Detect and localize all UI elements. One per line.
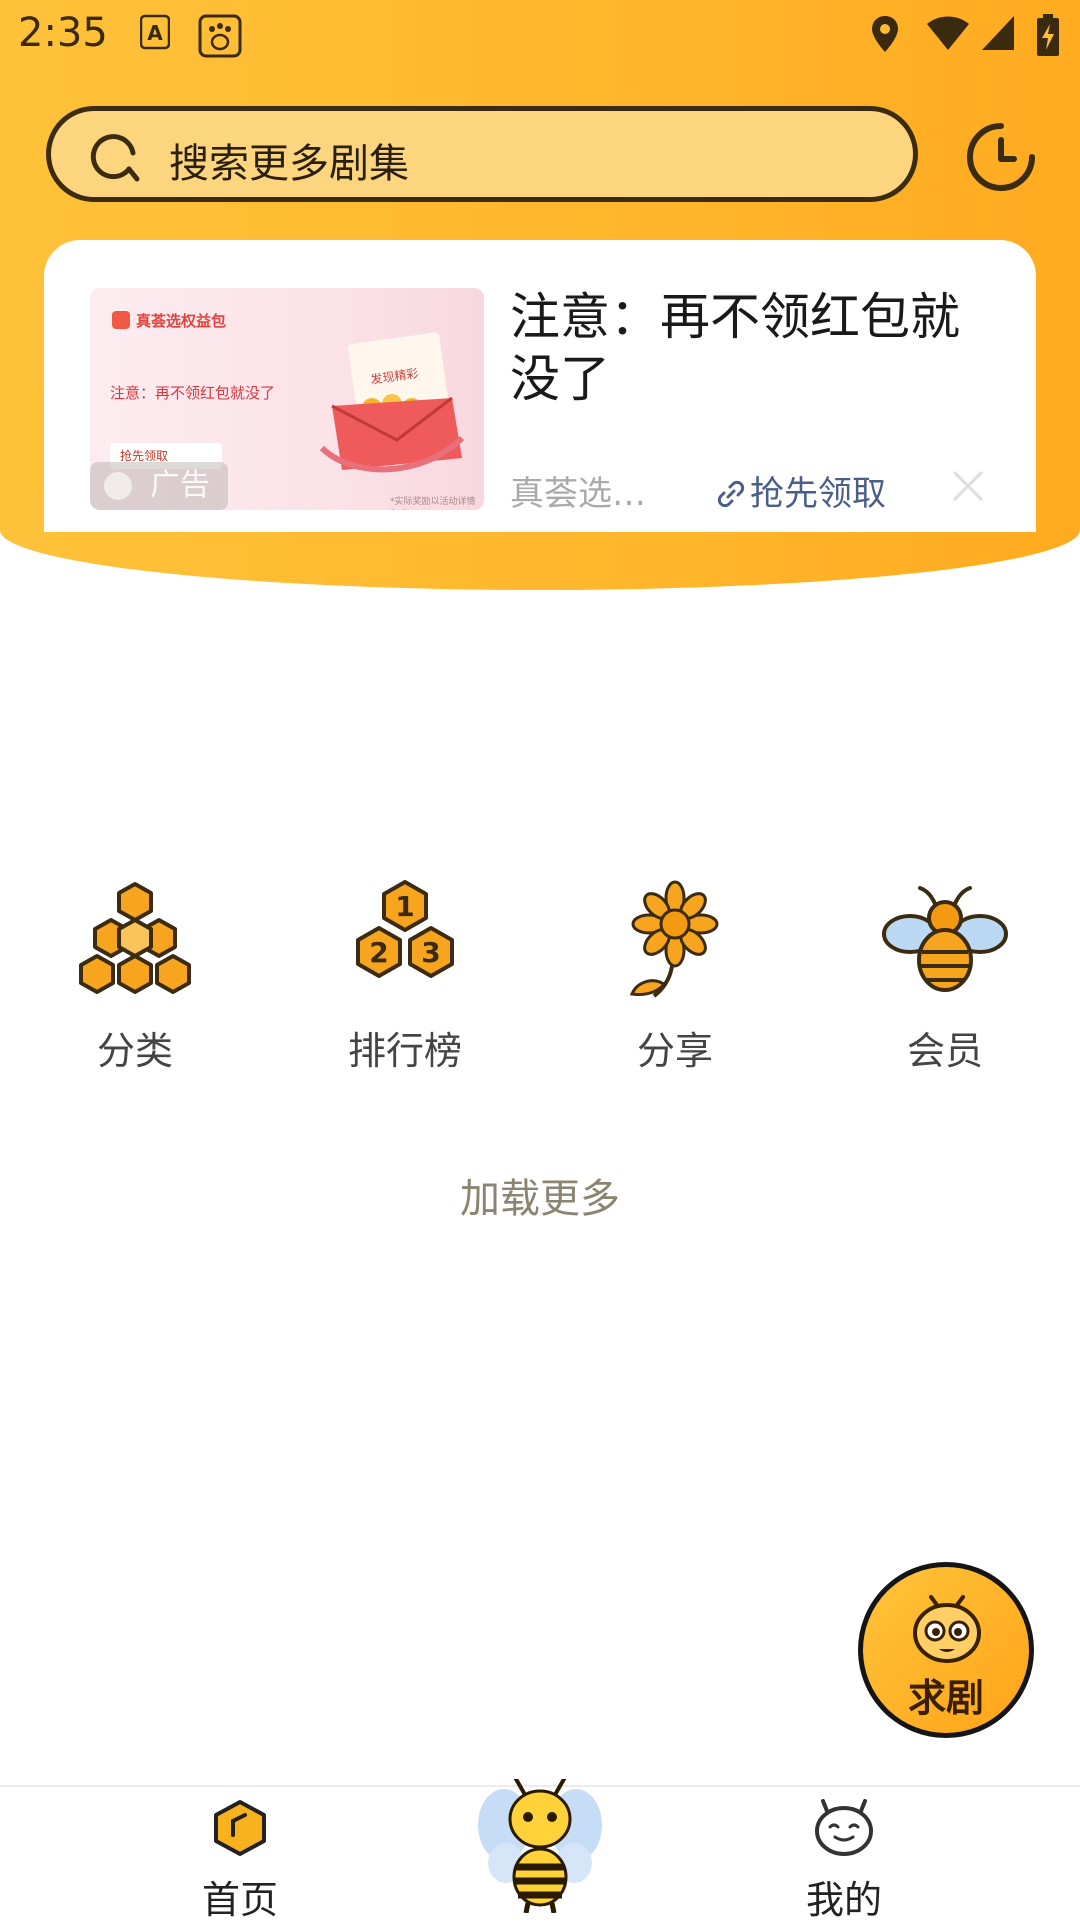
- red-envelope-icon: 发现精彩: [319, 332, 465, 473]
- search-placeholder: 搜索更多剧集: [169, 141, 409, 187]
- tab-home-label: 首页: [201, 1878, 278, 1922]
- menu-item-ranking[interactable]: 123 排行榜: [295, 880, 515, 1075]
- svg-text:3: 3: [421, 936, 440, 969]
- bee-mascot-icon[interactable]: [476, 1779, 604, 1913]
- request-show-button[interactable]: 求剧: [858, 1562, 1034, 1738]
- brand-logo-icon: [112, 311, 130, 329]
- load-more-button[interactable]: 加载更多: [0, 1166, 1080, 1224]
- wifi-icon: [927, 16, 969, 50]
- cell-signal-icon: [982, 16, 1014, 50]
- menu-item-category[interactable]: 分类: [25, 880, 245, 1075]
- ranking-icon: 12 3: [356, 880, 454, 978]
- flower-icon: [629, 880, 719, 998]
- status-bar: 2:35 A: [0, 0, 1080, 72]
- ad-image-text: 注意：再不领红包就没了: [110, 384, 276, 402]
- tab-home[interactable]: 首页: [140, 1799, 340, 1924]
- ad-image-brand: 真荟选权益包: [112, 310, 226, 331]
- tab-mine-label: 我的: [805, 1878, 882, 1922]
- honeycomb-icon: [79, 882, 191, 994]
- link-icon: [717, 480, 745, 508]
- ad-title[interactable]: 注意：再不领红包就没了: [510, 286, 1000, 410]
- a-notification-icon: A: [140, 14, 170, 50]
- profile-face-icon: [815, 1799, 873, 1856]
- bottom-tab-bar: 首页 我的: [0, 1779, 1080, 1924]
- ad-badge: 广告: [90, 462, 228, 510]
- menu-label-category: 分类: [96, 1029, 173, 1073]
- bee-face-icon: [913, 1595, 981, 1663]
- svg-text:2: 2: [369, 936, 388, 969]
- menu-item-member[interactable]: 会员: [835, 880, 1055, 1075]
- ad-card[interactable]: 真荟选权益包 注意：再不领红包就没了 抢先领取 发现精彩 *实际奖励以活动详情为…: [44, 240, 1036, 532]
- menu-label-share: 分享: [636, 1029, 713, 1073]
- location-icon: [872, 16, 898, 52]
- battery-charging-icon: [1037, 14, 1059, 56]
- bee-icon: [882, 886, 1008, 992]
- home-hexagon-icon: [214, 1800, 266, 1856]
- ad-image-fineprint: *实际奖励以活动详情为准: [390, 497, 476, 507]
- menu-item-share[interactable]: 分享: [565, 880, 785, 1075]
- search-bar[interactable]: 搜索更多剧集: [46, 106, 918, 202]
- tab-mine[interactable]: 我的: [744, 1799, 944, 1924]
- svg-text:1: 1: [395, 890, 414, 923]
- ad-image[interactable]: 真荟选权益包 注意：再不领红包就没了 抢先领取 发现精彩 *实际奖励以活动详情为…: [90, 288, 484, 510]
- status-time: 2:35: [18, 10, 108, 56]
- menu-label-member: 会员: [906, 1029, 983, 1073]
- request-show-label: 求剧: [907, 1676, 984, 1720]
- baidu-paw-icon: [198, 14, 242, 58]
- ad-source: 真荟选…: [510, 474, 646, 514]
- clock-icon[interactable]: [966, 122, 1036, 192]
- menu-label-ranking: 排行榜: [347, 1029, 462, 1073]
- ad-action-link[interactable]: 抢先领取: [716, 466, 886, 515]
- ad-logo-icon: [104, 472, 132, 500]
- search-icon: [90, 134, 140, 182]
- svg-text:A: A: [147, 21, 163, 45]
- close-icon[interactable]: [950, 468, 986, 504]
